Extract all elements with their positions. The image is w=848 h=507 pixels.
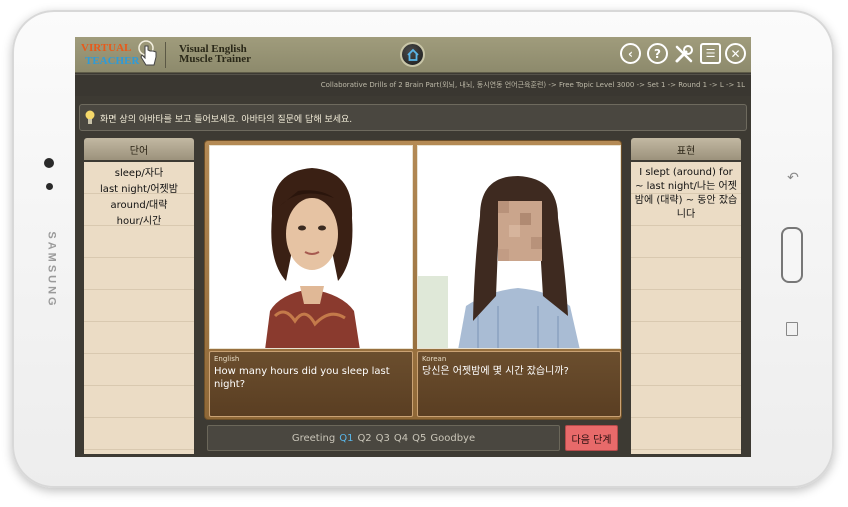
app-screen: VIRTUAL TEACHER Visual English Muscle Tr… xyxy=(75,37,751,457)
device-brand-text: SAMSUNG xyxy=(46,231,59,309)
korean-avatar-image[interactable] xyxy=(417,145,621,349)
english-caption-language: English xyxy=(214,355,240,363)
expression-text: I slept (around) for ~ last night/나는 어젯밤… xyxy=(634,167,738,220)
words-panel: 단어 sleep/자다 last night/어젯밤 around/대략 hou… xyxy=(84,138,194,454)
korean-avatar-card: Korean 당신은 어젯밤에 몇 시간 잤습니까? xyxy=(417,145,621,417)
korean-caption: Korean 당신은 어젯밤에 몇 시간 잤습니까? xyxy=(417,351,621,417)
english-avatar-image[interactable] xyxy=(209,145,413,349)
english-avatar-card: English How many hours did you sleep las… xyxy=(209,145,413,417)
device-brand: SAMSUNG xyxy=(42,220,62,320)
app-title: Visual English Muscle Trainer xyxy=(179,44,251,65)
word-item: around/대략 xyxy=(110,200,168,211)
hardware-back-icon[interactable]: ↶ xyxy=(786,170,800,186)
words-panel-header: 단어 xyxy=(84,138,194,160)
breadcrumb-bar: Collaborative Drills of 2 Brain Part(외뇌,… xyxy=(75,74,751,96)
instruction-bar: 화면 상의 아바타를 보고 들어보세요. 아바타의 질문에 답해 보세요. xyxy=(79,104,747,131)
step-greeting[interactable]: Greeting xyxy=(292,433,335,444)
instruction-text: 화면 상의 아바타를 보고 들어보세요. 아바타의 질문에 답해 보세요. xyxy=(100,115,353,125)
word-item: hour/시간 xyxy=(116,216,162,227)
korean-avatar-figure xyxy=(418,176,580,348)
face-blur xyxy=(498,201,542,261)
hardware-home-button[interactable] xyxy=(781,227,803,283)
korean-caption-language: Korean xyxy=(422,355,447,363)
back-icon[interactable]: ‹ xyxy=(620,43,641,64)
logo-divider xyxy=(165,42,166,68)
words-panel-body: sleep/자다 last night/어젯밤 around/대략 hour/시… xyxy=(84,162,194,454)
english-caption-text: How many hours did you sleep last night? xyxy=(214,366,390,390)
hardware-recent-apps-icon[interactable] xyxy=(786,322,798,336)
app-title-line2: Muscle Trainer xyxy=(179,53,251,65)
logo-line1: VIRTUAL xyxy=(81,42,132,54)
avatar-stage: English How many hours did you sleep las… xyxy=(204,140,622,420)
top-bar: VIRTUAL TEACHER Visual English Muscle Tr… xyxy=(75,37,751,73)
word-list: sleep/자다 last night/어젯밤 around/대략 hour/시… xyxy=(84,166,194,230)
word-item: sleep/자다 xyxy=(114,168,164,179)
english-avatar-figure xyxy=(265,168,360,348)
next-step-button[interactable]: 다음 단계 xyxy=(565,425,618,451)
step-q2[interactable]: Q2 xyxy=(357,433,371,444)
expressions-panel: 표현 I slept (around) for ~ last night/나는 … xyxy=(631,138,741,454)
front-camera xyxy=(44,158,54,168)
step-progress-bar: Greeting Q1 Q2 Q3 Q4 Q5 Goodbye xyxy=(207,425,560,451)
sensor-dot xyxy=(46,183,53,190)
korean-caption-text: 당신은 어젯밤에 몇 시간 잤습니까? xyxy=(422,366,569,377)
pointing-hand-icon xyxy=(138,40,157,66)
english-caption: English How many hours did you sleep las… xyxy=(209,351,413,417)
breadcrumb: Collaborative Drills of 2 Brain Part(외뇌,… xyxy=(320,81,745,89)
list-icon[interactable]: ☰ xyxy=(700,43,721,64)
lightbulb-icon xyxy=(85,110,95,124)
step-goodbye[interactable]: Goodbye xyxy=(430,433,475,444)
logo-line2: TEACHER xyxy=(85,55,140,67)
step-q4[interactable]: Q4 xyxy=(394,433,408,444)
word-item: last night/어젯밤 xyxy=(100,184,178,195)
step-q5[interactable]: Q5 xyxy=(412,433,426,444)
expressions-panel-body: I slept (around) for ~ last night/나는 어젯밤… xyxy=(631,162,741,454)
app-logo: VIRTUAL TEACHER xyxy=(81,40,165,70)
home-icon xyxy=(406,48,419,61)
close-icon[interactable]: ✕ xyxy=(725,43,746,64)
expressions-panel-header: 표현 xyxy=(631,138,741,160)
home-button[interactable] xyxy=(400,42,425,67)
step-q3[interactable]: Q3 xyxy=(376,433,390,444)
step-q1[interactable]: Q1 xyxy=(339,433,353,444)
help-icon[interactable]: ? xyxy=(647,43,668,64)
settings-icon[interactable] xyxy=(673,43,695,65)
